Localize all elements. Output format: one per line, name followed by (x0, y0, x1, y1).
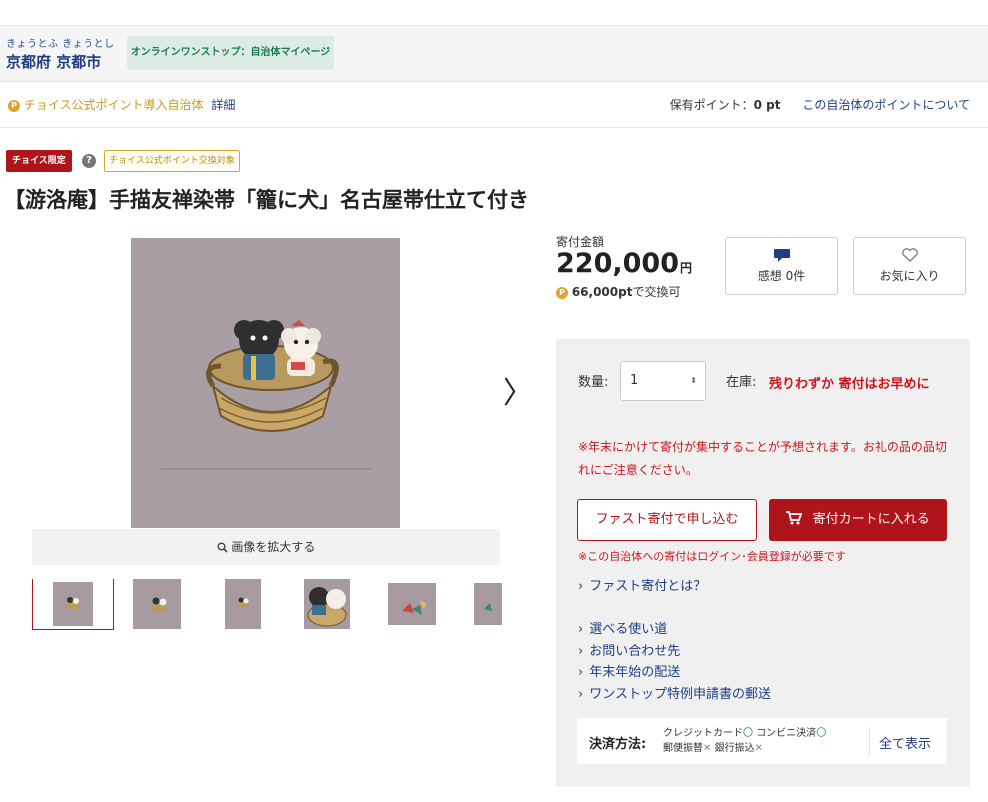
link-usage-options-label: 選べる使い道 (589, 622, 668, 637)
point-coin-icon: P (556, 286, 568, 299)
thumbnail-4[interactable] (304, 579, 350, 629)
favorite-button[interactable]: お気に入り (853, 237, 966, 295)
onestop-mypage-button[interactable]: オンラインワンストップ：自治体マイページ (127, 36, 334, 70)
link-year-end-shipping[interactable]: › 年末年始の配送 (578, 661, 680, 680)
available-icon: 〇 (743, 728, 753, 739)
holding-points-info: 保有ポイント：0 pt この自治体のポイントについて (670, 96, 970, 113)
payment-label: 決済方法: (589, 737, 647, 752)
thumbnail-1[interactable] (32, 579, 114, 630)
payment-postal: 郵便振替 (663, 743, 703, 754)
stock-status: 残りわずか 寄付はお早めに (769, 377, 930, 392)
cart-icon (786, 511, 812, 527)
obi-illustration (131, 238, 400, 528)
payment-convenience: コンビニ決済 (756, 728, 817, 739)
link-usage-options[interactable]: › 選べる使い道 (578, 618, 667, 637)
link-onestop-mailing[interactable]: › ワンストップ特例申請書の郵送 (578, 683, 771, 702)
link-year-end-shipping-label: 年末年始の配送 (589, 665, 681, 680)
municipality-kana: きょうとふ きょうとし (6, 39, 115, 50)
thumbnail-2[interactable] (131, 579, 183, 629)
chevron-right-icon: › (578, 665, 584, 680)
chevron-right-icon: › (578, 579, 584, 594)
thumbnail-6[interactable] (472, 579, 502, 629)
payment-methods-box: 決済方法: クレジットカード〇 コンビニ決済〇 郵便振替✕ 銀行振込✕ 全て表示 (577, 718, 947, 764)
speech-bubble-icon (726, 247, 837, 263)
available-icon: 〇 (816, 728, 827, 739)
point-coin-icon: P (8, 99, 20, 112)
heart-icon (854, 247, 965, 263)
payment-methods-list: クレジットカード〇 コンビニ決済〇 郵便振替✕ 銀行振込✕ (663, 726, 863, 756)
top-strip (0, 0, 988, 26)
zoom-label: 画像を拡大する (231, 540, 316, 554)
login-required-note: ※この自治体への寄付はログイン･会員登録が必要です (578, 550, 846, 563)
municipality-name[interactable]: 京都府 京都市 (6, 51, 101, 72)
payment-bank: 銀行振込 (714, 743, 755, 754)
product-main-image[interactable] (131, 238, 400, 528)
municipality-header: きょうとふ きょうとし 京都府 京都市 オンラインワンストップ：自治体マイページ (0, 26, 988, 82)
magnifier-icon (217, 540, 232, 554)
holding-points-label: 保有ポイント： (669, 98, 754, 112)
exchange-points-suffix: で交換可 (632, 285, 681, 299)
donation-amount-value: 220,000 (556, 248, 679, 279)
zoom-image-button[interactable]: 画像を拡大する (32, 529, 500, 565)
product-title: 【游洛庵】手描友禅染帯「籠に犬」名古屋帯仕立て付き (4, 188, 529, 212)
unavailable-icon: ✕ (754, 743, 763, 754)
link-contact-label: お問い合わせ先 (589, 644, 681, 659)
next-image-arrow[interactable]: 〉 (503, 368, 533, 412)
show-all-payments-link[interactable]: 全て表示 (879, 733, 931, 752)
fast-donation-about-label: ファスト寄付とは？ (589, 579, 707, 594)
yen-unit: 円 (679, 261, 692, 275)
points-exchange-info: P 66,000ptで交換可 (556, 283, 680, 300)
help-icon[interactable]: ? (82, 154, 96, 168)
payment-divider (869, 727, 870, 755)
favorite-label: お気に入り (879, 269, 940, 283)
unavailable-icon: ✕ (703, 743, 712, 754)
chevron-right-icon: › (578, 687, 584, 702)
municipality-points-link[interactable]: この自治体のポイントについて (802, 98, 970, 112)
official-points-label: チョイス公式ポイント導入自治体 (23, 98, 204, 112)
cart-button-label: 寄付カートに入れる (812, 512, 930, 527)
points-exchange-badge: チョイス公式ポイント交換対象 (104, 150, 240, 172)
year-end-notice: ※年末にかけて寄付が集中することが予想されます。お礼の品の品切れにご注意ください… (578, 440, 947, 477)
add-to-cart-button[interactable]: 寄付カートに入れる (769, 499, 947, 541)
exchange-points-value: 66,000pt (571, 285, 633, 299)
chevron-right-icon: › (578, 622, 584, 637)
holding-points-value: 0 pt (753, 98, 781, 112)
review-label: 感想 0件 (757, 269, 806, 283)
official-points-info: P チョイス公式ポイント導入自治体 詳細 (8, 96, 235, 113)
link-contact[interactable]: › お問い合わせ先 (578, 640, 680, 659)
fast-donation-button[interactable]: ファスト寄付で申し込む (577, 499, 757, 541)
fast-donation-about-link[interactable]: › ファスト寄付とは？ (578, 575, 706, 594)
thumbnail-3[interactable] (221, 579, 265, 629)
link-onestop-mailing-label: ワンストップ特例申請書の郵送 (589, 687, 771, 702)
points-bar: P チョイス公式ポイント導入自治体 詳細 保有ポイント：0 pt この自治体のポ… (0, 82, 988, 128)
payment-credit: クレジットカード (663, 728, 743, 739)
donation-amount: 220,000円 (556, 248, 692, 279)
chevron-right-icon: › (578, 644, 584, 659)
thumbnail-strip (32, 579, 502, 631)
review-button[interactable]: 感想 0件 (725, 237, 838, 295)
thumbnail-5[interactable] (388, 579, 436, 629)
order-panel: 数量: 1 ⬍ 在庫: 残りわずか 寄付はお早めに ※年末にかけて寄付が集中する… (556, 339, 970, 787)
points-detail-link[interactable]: 詳細 (211, 98, 235, 112)
choice-limited-badge: チョイス限定 (6, 150, 72, 172)
